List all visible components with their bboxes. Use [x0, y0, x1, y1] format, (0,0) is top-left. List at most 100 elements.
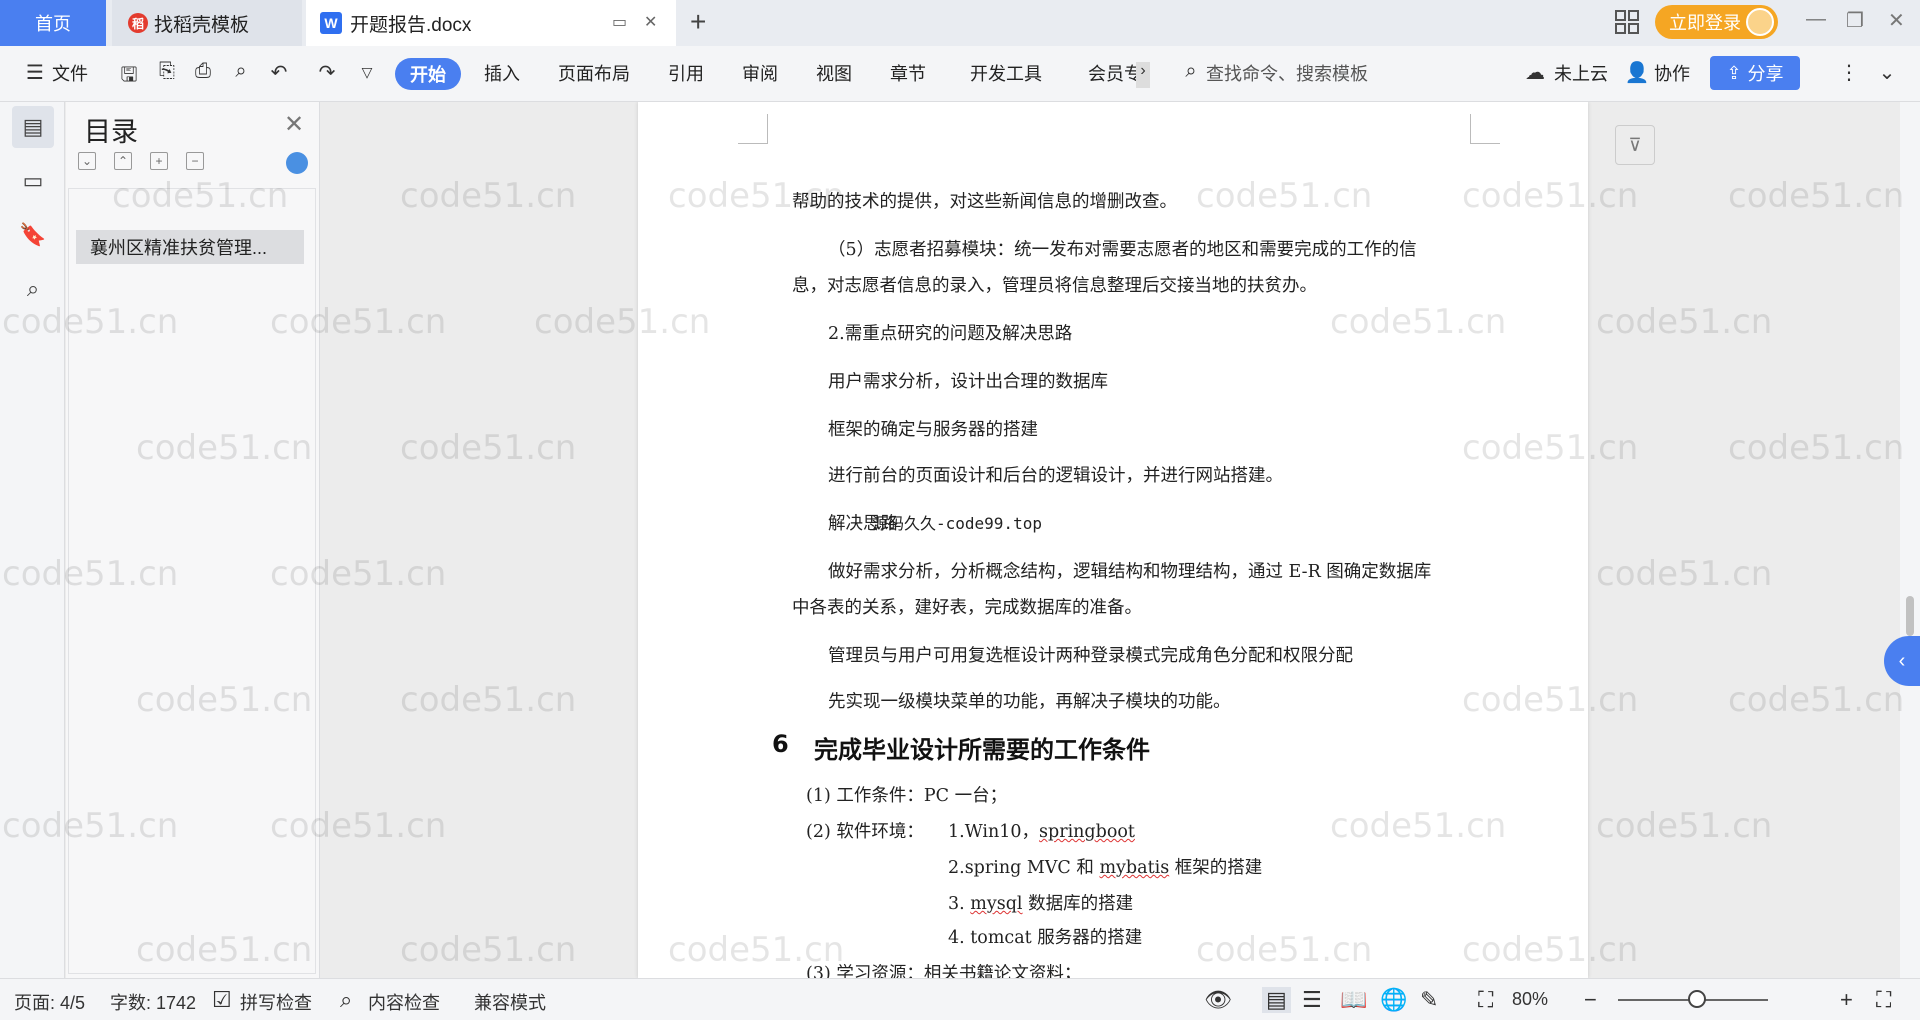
tab-review[interactable]: 审阅	[742, 60, 778, 86]
document-page[interactable]: 帮助的技术的提供，对这些新闻信息的增删改查。 （5）志愿者招募模块：统一发布对需…	[638, 102, 1588, 978]
tab-daoke-label: 找稻壳模板	[154, 14, 250, 36]
menu-icon[interactable]: ☰	[22, 60, 48, 86]
list-item: (2) 软件环境：	[806, 822, 924, 842]
monitor-icon[interactable]: ▭	[612, 12, 627, 32]
expand-all-icon[interactable]: ⌄	[78, 152, 96, 170]
share-button[interactable]: ⇪ 分享	[1710, 56, 1800, 90]
remove-heading-icon[interactable]: −	[186, 152, 204, 170]
section-heading: 完成毕业设计所需要的工作条件	[814, 736, 1150, 764]
tab-document[interactable]: W 开题报告.docx ▭ ✕	[306, 0, 676, 46]
list-item: 4. tomcat 服务器的搭建	[948, 928, 1143, 948]
close-icon[interactable]: ✕	[284, 110, 304, 139]
export-icon[interactable]: ⎘	[154, 60, 180, 86]
tab-daoke-templates[interactable]: 稻 找稻壳模板	[112, 0, 302, 46]
page-view-icon[interactable]: ▤	[1262, 987, 1291, 1013]
write-mode-icon[interactable]: ✎	[1420, 987, 1438, 1013]
zoom-in-icon[interactable]: +	[1840, 987, 1853, 1013]
scroll-thumb[interactable]	[1906, 596, 1914, 636]
tab-page-layout[interactable]: 页面布局	[558, 60, 630, 86]
close-window-icon[interactable]: ✕	[1888, 8, 1905, 33]
content-check-button[interactable]: 内容检查	[368, 989, 440, 1015]
login-label: 立即登录	[1669, 13, 1741, 33]
margin-marker	[1470, 114, 1500, 144]
paragraph: 管理员与用户可用复选框设计两种登录模式完成角色分配和权限分配	[828, 646, 1353, 666]
tab-reference[interactable]: 引用	[668, 60, 704, 86]
print-preview-icon[interactable]: ⌕	[228, 60, 254, 86]
apps-grid-icon[interactable]	[1614, 9, 1640, 35]
toc-panel: 目录 ✕ ⌄ ⌃ + − 襄州区精准扶贫管理...	[66, 102, 320, 978]
source-watermark: 源码久久-code99.top	[872, 514, 1042, 533]
compat-mode: 兼容模式	[474, 993, 546, 1013]
new-tab-plus-icon[interactable]: +	[690, 6, 706, 38]
save-icon[interactable]: 🖫	[116, 60, 142, 86]
collapse-ribbon-icon[interactable]: ⌄	[1874, 60, 1900, 86]
tab-home[interactable]: 首页	[0, 0, 106, 46]
more-options-icon[interactable]: ⋮	[1836, 60, 1862, 86]
paragraph: 框架的确定与服务器的搭建	[828, 420, 1038, 440]
ribbon: ☰ 文件 🖫 ⎘ ⎙ ⌕ ↶ ↷ ▽ 开始 插入 页面布局 引用 审阅 视图 章…	[0, 46, 1920, 102]
margin-marker	[738, 114, 768, 144]
zoom-slider-knob[interactable]	[1688, 990, 1706, 1008]
toc-title: 目录	[84, 117, 138, 147]
page-indicator[interactable]: 页面: 4/5	[14, 989, 85, 1015]
undo-icon[interactable]: ↶	[266, 60, 292, 86]
paragraph: （5）志愿者招募模块：统一发布对需要志愿者的地区和需要完成的工作的信	[828, 240, 1417, 260]
tab-member[interactable]: 会员专	[1088, 60, 1142, 86]
find-icon[interactable]: ⌕	[12, 268, 54, 310]
minimize-icon[interactable]: —	[1806, 8, 1826, 31]
avatar-icon	[1746, 8, 1774, 36]
outline-view-icon[interactable]: ☰	[1302, 987, 1322, 1013]
heading-number: 6	[772, 730, 789, 758]
paragraph: 2.需重点研究的问题及解决思路	[828, 324, 1073, 344]
cloud-status[interactable]: 未上云	[1554, 60, 1608, 86]
ribbon-scroll-right-icon[interactable]: ›	[1136, 62, 1150, 88]
collab-button[interactable]: 协作	[1654, 60, 1690, 86]
command-search[interactable]: 查找命令、搜索模板	[1206, 60, 1368, 86]
restore-icon[interactable]: ❐	[1846, 8, 1864, 33]
tab-insert[interactable]: 插入	[484, 60, 520, 86]
search-icon[interactable]: ⌕	[1178, 60, 1204, 86]
fit-page-icon[interactable]: ⛶	[1478, 987, 1493, 1013]
share-label: 分享	[1747, 64, 1784, 84]
more-dropdown-icon[interactable]: ▽	[354, 64, 380, 90]
collab-user-icon: 👤	[1624, 62, 1650, 84]
tab-start[interactable]: 开始	[395, 58, 461, 90]
filter-float-icon[interactable]: ⊽	[1615, 125, 1655, 165]
status-bar: 页面: 4/5 字数: 1742 ☑ 拼写检查 ⌕ 内容检查 兼容模式 👁 ▤ …	[0, 978, 1920, 1020]
zoom-out-icon[interactable]: −	[1584, 987, 1597, 1013]
share-icon: ⇪	[1726, 62, 1742, 83]
bookmark-icon[interactable]: 🔖	[12, 214, 54, 256]
fullscreen-icon[interactable]: ⛶	[1876, 987, 1891, 1013]
tab-bar: 首页 稻 找稻壳模板 W 开题报告.docx ▭ ✕ + 立即登录 — ❐ ✕	[0, 0, 1920, 46]
list-item: 3. mysql 数据库的搭建	[948, 890, 1133, 915]
tab-dev-tools[interactable]: 开发工具	[970, 60, 1042, 86]
collapse-all-icon[interactable]: ⌃	[114, 152, 132, 170]
spell-flag-text: mybatis	[1099, 858, 1170, 878]
nav-pane-icon[interactable]: ▭	[12, 160, 54, 202]
tab-view[interactable]: 视图	[816, 60, 852, 86]
zoom-level[interactable]: 80%	[1512, 989, 1548, 1010]
print-icon[interactable]: ⎙	[190, 60, 216, 86]
spell-check-button[interactable]: 拼写检查	[240, 989, 312, 1015]
login-button[interactable]: 立即登录	[1655, 5, 1778, 39]
list-text: 框架的搭建	[1169, 858, 1263, 878]
word-count[interactable]: 字数: 1742	[110, 989, 196, 1015]
toc-panel-icon[interactable]: ▤	[12, 106, 54, 148]
eye-protect-icon[interactable]: 👁	[1204, 987, 1232, 1013]
file-menu[interactable]: 文件	[52, 60, 88, 86]
spell-flag-text: mysql	[970, 894, 1023, 914]
cloud-icon: ☁	[1525, 62, 1545, 84]
paragraph: 先实现一级模块菜单的功能，再解决子模块的功能。	[828, 692, 1231, 712]
ai-assistant-icon[interactable]	[286, 152, 308, 174]
vertical-scrollbar[interactable]	[1900, 102, 1920, 978]
document-canvas[interactable]: 帮助的技术的提供，对这些新闻信息的增删改查。 （5）志愿者招募模块：统一发布对需…	[320, 102, 1900, 978]
daoke-icon: 稻	[128, 13, 148, 33]
close-tab-icon[interactable]: ✕	[644, 12, 657, 32]
add-heading-icon[interactable]: +	[150, 152, 168, 170]
paragraph: 做好需求分析，分析概念结构，逻辑结构和物理结构，通过 E-R 图确定数据库	[828, 562, 1432, 582]
reading-view-icon[interactable]: 📖	[1340, 987, 1367, 1013]
redo-icon[interactable]: ↷	[314, 60, 340, 86]
toc-item[interactable]: 襄州区精准扶贫管理...	[76, 230, 304, 264]
web-view-icon[interactable]: 🌐	[1380, 987, 1407, 1013]
tab-chapter[interactable]: 章节	[890, 60, 926, 86]
